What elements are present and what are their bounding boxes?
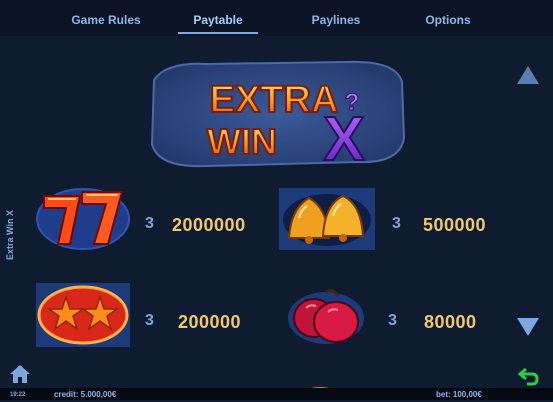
symbol-count: 3 xyxy=(388,312,397,329)
paytable-panel[interactable]: Extra Win X EXTRA WIN X ? 3 2000000 3 50… xyxy=(0,36,553,388)
payout-value: 200000 xyxy=(178,312,242,332)
logo-text-win: WIN xyxy=(207,121,277,162)
tab-paylines[interactable]: Paylines xyxy=(300,0,372,34)
plum-symbol-icon xyxy=(286,286,366,351)
seven-symbol-icon xyxy=(34,182,132,257)
logo-question-mark: ? xyxy=(345,89,360,116)
tab-options[interactable]: Options xyxy=(416,0,480,34)
next-row-symbol-icon xyxy=(300,380,340,388)
symbol-count: 3 xyxy=(145,312,154,329)
symbol-count: 3 xyxy=(145,215,154,232)
tab-game-rules[interactable]: Game Rules xyxy=(62,0,150,34)
bell-symbol-icon xyxy=(279,188,375,255)
logo-text-extra: EXTRA xyxy=(210,79,339,121)
scroll-down-icon[interactable] xyxy=(515,316,541,343)
active-tab-indicator xyxy=(178,32,258,34)
payout-value: 2000000 xyxy=(172,215,246,235)
tab-bar: Game Rules Paytable Paylines Options xyxy=(0,0,553,36)
game-title-vertical: Extra Win X xyxy=(5,210,15,260)
tab-paytable[interactable]: Paytable xyxy=(178,0,258,34)
status-bar: 19:22 credit: 5.000,00€ bet: 100,00€ xyxy=(0,388,553,400)
scroll-up-icon[interactable] xyxy=(515,64,541,91)
star-symbol-icon xyxy=(36,283,130,352)
home-icon[interactable] xyxy=(9,364,31,388)
payout-value: 80000 xyxy=(424,312,477,332)
symbol-count: 3 xyxy=(392,215,401,232)
payout-value: 500000 xyxy=(423,215,487,235)
game-logo: EXTRA WIN X ? xyxy=(146,58,408,175)
back-arrow-icon[interactable] xyxy=(517,366,540,388)
